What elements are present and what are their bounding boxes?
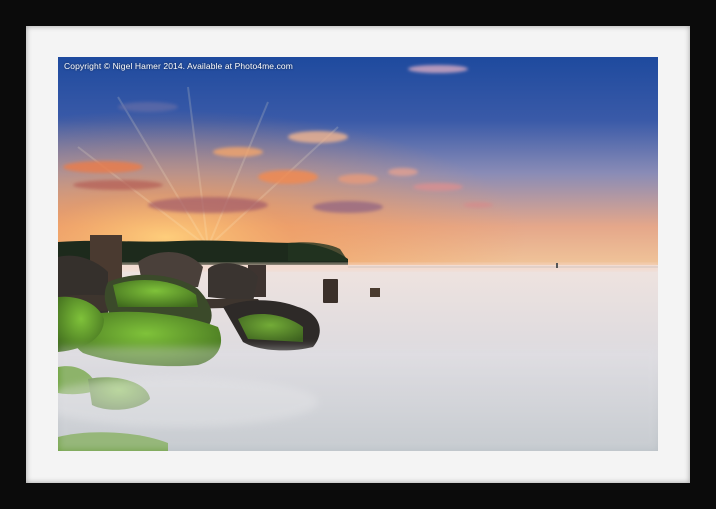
seascape-image	[58, 57, 658, 451]
seascape-photo: Copyright © Nigel Hamer 2014. Available …	[58, 57, 658, 451]
copyright-watermark: Copyright © Nigel Hamer 2014. Available …	[64, 61, 293, 71]
